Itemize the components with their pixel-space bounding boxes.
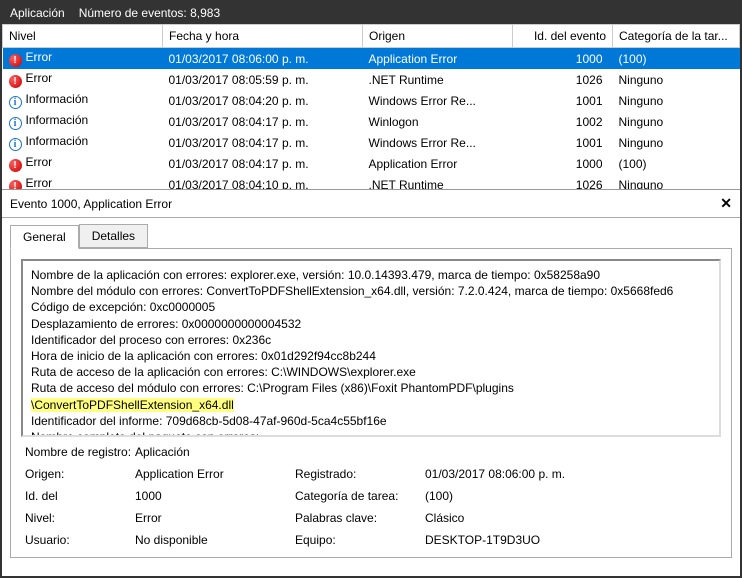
tab-body: Nombre de la aplicación con errores: exp… (10, 248, 732, 558)
label-origin: Origen: (25, 467, 135, 481)
error-icon: ! (9, 180, 22, 190)
info-icon: i (9, 138, 22, 151)
close-icon[interactable]: ✕ (720, 195, 732, 212)
label-user: Usuario: (25, 533, 135, 547)
col-origin[interactable]: Origen (363, 25, 513, 48)
value-id: 1000 (135, 489, 295, 503)
msg-line: Identificador del informe: 709d68cb-5d08… (31, 413, 711, 429)
col-date[interactable]: Fecha y hora (163, 25, 363, 48)
value-user: No disponible (135, 533, 295, 547)
label-level: Nivel: (25, 511, 135, 525)
value-origin: Application Error (135, 467, 295, 481)
properties-grid: Nombre de registro: Aplicación Origen: A… (21, 437, 721, 547)
event-count: Número de eventos: 8,983 (79, 6, 220, 20)
msg-line: Ruta de acceso de la aplicación con erro… (31, 364, 711, 380)
label-category: Categoría de tarea: (295, 489, 425, 503)
label-computer: Equipo: (295, 533, 425, 547)
table-row[interactable]: iInformación01/03/2017 08:04:20 p. m.Win… (3, 90, 740, 111)
detail-title: Evento 1000, Application Error (10, 197, 172, 211)
col-category[interactable]: Categoría de la tar... (613, 25, 740, 48)
info-icon: i (9, 117, 22, 130)
table-row[interactable]: !Error01/03/2017 08:04:17 p. m.Applicati… (3, 153, 740, 174)
msg-line: Nombre de la aplicación con errores: exp… (31, 267, 711, 283)
detail-header: Evento 1000, Application Error ✕ (2, 190, 740, 218)
info-icon: i (9, 96, 22, 109)
msg-line: Código de excepción: 0xc0000005 (31, 299, 711, 315)
table-row[interactable]: !Error01/03/2017 08:06:00 p. m.Applicati… (3, 48, 740, 70)
message-box[interactable]: Nombre de la aplicación con errores: exp… (21, 259, 721, 437)
col-eventid[interactable]: Id. del evento (513, 25, 613, 48)
msg-line: Hora de inicio de la aplicación con erro… (31, 348, 711, 364)
label-registered: Registrado: (295, 467, 425, 481)
table-row[interactable]: !Error01/03/2017 08:04:10 p. m..NET Runt… (3, 174, 740, 190)
event-table: Nivel Fecha y hora Origen Id. del evento… (2, 24, 740, 190)
value-registered: 01/03/2017 08:06:00 p. m. (425, 467, 717, 481)
value-category: (100) (425, 489, 717, 503)
msg-line-highlight: \ConvertToPDFShellExtension_x64.dll (31, 397, 711, 413)
error-icon: ! (9, 54, 22, 67)
value-computer: DESKTOP-1T9D3UO (425, 533, 717, 547)
msg-line: Nombre completo del paquete con errores: (31, 429, 711, 437)
tab-general[interactable]: General (10, 225, 79, 249)
table-row[interactable]: iInformación01/03/2017 08:04:17 p. m.Win… (3, 132, 740, 153)
label-id: Id. del (25, 489, 135, 503)
label-keywords: Palabras clave: (295, 511, 425, 525)
window-header: Aplicación Número de eventos: 8,983 (2, 2, 740, 24)
tab-details[interactable]: Detalles (79, 224, 148, 248)
value-level: Error (135, 511, 295, 525)
error-icon: ! (9, 75, 22, 88)
value-logname: Aplicación (135, 445, 295, 459)
error-icon: ! (9, 159, 22, 172)
msg-line: Desplazamiento de errores: 0x00000000000… (31, 316, 711, 332)
msg-line: Identificador del proceso con errores: 0… (31, 332, 711, 348)
msg-line: Ruta de acceso del módulo con errores: C… (31, 380, 711, 396)
msg-line: Nombre del módulo con errores: ConvertTo… (31, 283, 711, 299)
table-row[interactable]: iInformación01/03/2017 08:04:17 p. m.Win… (3, 111, 740, 132)
table-row[interactable]: !Error01/03/2017 08:05:59 p. m..NET Runt… (3, 69, 740, 90)
value-keywords: Clásico (425, 511, 717, 525)
col-level[interactable]: Nivel (3, 25, 163, 48)
tab-strip: General Detalles (2, 218, 740, 248)
label-logname: Nombre de registro: (25, 445, 135, 459)
event-table-scroll[interactable]: Nivel Fecha y hora Origen Id. del evento… (2, 24, 740, 190)
app-title: Aplicación (10, 6, 65, 20)
